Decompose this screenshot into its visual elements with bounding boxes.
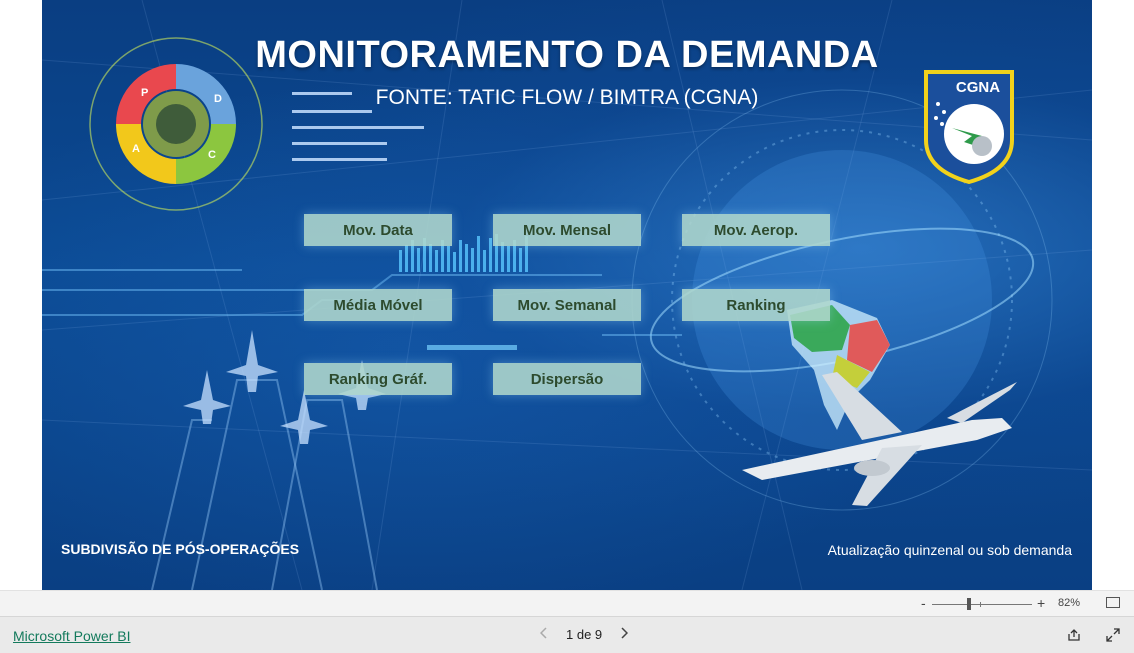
- nav-button-ranking-graf[interactable]: Ranking Gráf.: [304, 363, 452, 395]
- zoom-out-button[interactable]: -: [921, 595, 926, 611]
- zoom-slider-center-tick: [980, 602, 981, 607]
- page-navigator: 1 de 9: [539, 626, 629, 642]
- zoom-slider-thumb[interactable]: [967, 598, 971, 610]
- pdca-letter-d: D: [214, 93, 222, 105]
- zoom-in-button[interactable]: +: [1037, 595, 1045, 611]
- nav-button-mov-semanal[interactable]: Mov. Semanal: [493, 289, 641, 321]
- cgna-logo-text: CGNA: [956, 79, 1000, 96]
- cgna-logo: CGNA: [924, 70, 1014, 184]
- chevron-left-icon[interactable]: [539, 626, 548, 642]
- fit-to-page-icon[interactable]: [1106, 597, 1120, 608]
- footer-department: SUBDIVISÃO DE PÓS-OPERAÇÕES: [61, 541, 300, 557]
- pdca-letter-p: P: [141, 87, 148, 99]
- chevron-right-icon[interactable]: [620, 626, 629, 642]
- expand-icon[interactable]: [1106, 628, 1120, 647]
- powerbi-link[interactable]: Microsoft Power BI: [13, 628, 130, 644]
- footer-update-note: Atualização quinzenal ou sob demanda: [827, 542, 1072, 558]
- zoom-slider-track[interactable]: [932, 604, 1032, 605]
- zoom-level: 82%: [1058, 597, 1081, 609]
- pdca-letter-a: A: [132, 143, 140, 155]
- nav-button-mov-mensal[interactable]: Mov. Mensal: [493, 214, 641, 246]
- nav-button-mov-aerop[interactable]: Mov. Aerop.: [682, 214, 830, 246]
- status-bar: Microsoft Power BI 1 de 9: [0, 616, 1134, 653]
- nav-button-ranking[interactable]: Ranking: [682, 289, 830, 321]
- nav-button-mov-data[interactable]: Mov. Data: [304, 214, 452, 246]
- pdca-letter-c: C: [208, 149, 216, 161]
- share-icon[interactable]: [1067, 628, 1081, 647]
- page-subtitle: FONTE: TATIC FLOW / BIMTRA (CGNA): [375, 86, 759, 109]
- nav-button-media-movel[interactable]: Média Móvel: [304, 289, 452, 321]
- page-indicator: 1 de 9: [566, 626, 603, 642]
- nav-button-dispersao[interactable]: Dispersão: [493, 363, 641, 395]
- report-canvas: P D C A MONITORAMENTO DA DEMANDA FONTE: …: [42, 0, 1092, 590]
- zoom-toolbar: - + 82%: [0, 590, 1134, 617]
